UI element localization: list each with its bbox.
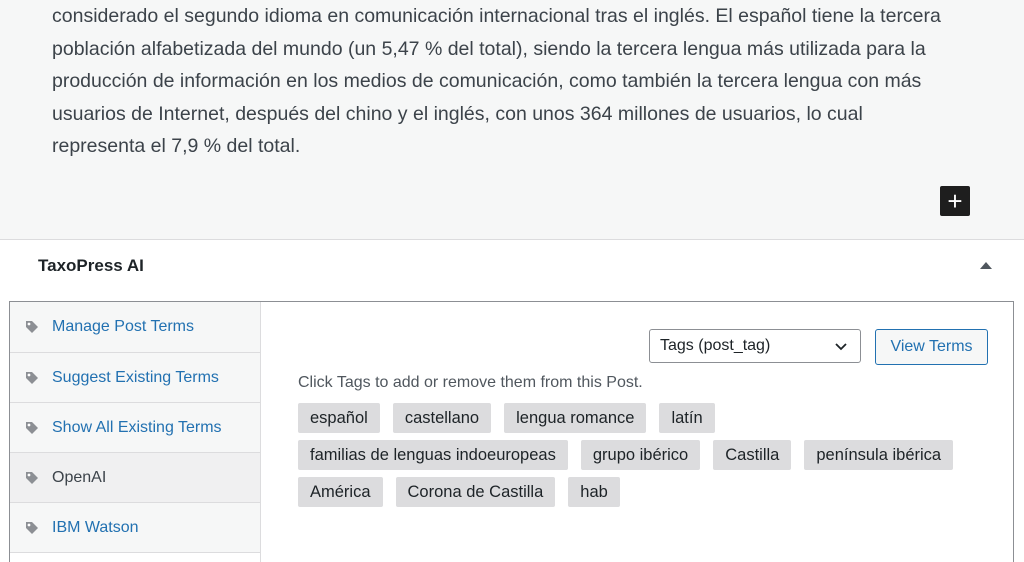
view-terms-button[interactable]: View Terms <box>875 329 988 365</box>
taxopress-sidebar: Manage Post Terms Suggest Existing Terms… <box>10 302 261 562</box>
tag-cloud: español castellano lengua romance latín … <box>298 403 998 514</box>
metabox-header[interactable]: TaxoPress AI <box>0 240 1024 296</box>
sidebar-item-manage-post-terms[interactable]: Manage Post Terms <box>10 302 260 353</box>
tag-row: familias de lenguas indoeuropeas grupo i… <box>298 440 998 470</box>
sidebar-item-ibm-watson[interactable]: IBM Watson <box>10 503 260 553</box>
tag-chip[interactable]: latín <box>659 403 715 433</box>
tag-icon <box>26 521 38 534</box>
tag-icon <box>26 371 38 384</box>
tag-chip[interactable]: lengua romance <box>504 403 647 433</box>
tag-chip[interactable]: hab <box>568 477 620 507</box>
tag-icon <box>26 321 38 333</box>
sidebar-item-show-all-existing-terms[interactable]: Show All Existing Terms <box>10 403 260 453</box>
taxopress-panel: Manage Post Terms Suggest Existing Terms… <box>9 301 1014 562</box>
block-inserter-button[interactable]: + <box>940 186 970 216</box>
collapse-arrow-icon[interactable] <box>980 262 992 269</box>
paragraph-line: representa el 7,9 % del total. <box>52 135 301 157</box>
chevron-down-icon <box>835 343 847 351</box>
paragraph-line: población alfabetizada del mundo (un 5,4… <box>52 37 926 60</box>
tag-row: español castellano lengua romance latín <box>298 403 998 433</box>
paragraph-block[interactable]: considerado el segundo idioma en comunic… <box>52 0 982 163</box>
metabox-title: TaxoPress AI <box>38 256 144 275</box>
editor-content-area: considerado el segundo idioma en comunic… <box>0 0 1024 239</box>
taxonomy-select[interactable]: Tags (post_tag) <box>649 329 861 363</box>
sidebar-item-label: IBM Watson <box>52 518 139 536</box>
sidebar-item-suggest-existing-terms[interactable]: Suggest Existing Terms <box>10 353 260 403</box>
tag-chip[interactable]: América <box>298 477 383 507</box>
sidebar-item-openai[interactable]: OpenAI <box>10 453 260 503</box>
tag-chip[interactable]: Castilla <box>713 440 792 470</box>
sidebar-item-label: Manage Post Terms <box>52 318 194 335</box>
tag-chip[interactable]: Corona de Castilla <box>395 477 556 507</box>
sidebar-item-label: OpenAI <box>52 468 107 486</box>
plus-icon: + <box>947 186 963 216</box>
tag-icon <box>26 471 38 484</box>
tag-chip[interactable]: familias de lenguas indoeuropeas <box>298 440 568 470</box>
sidebar-item-label: Suggest Existing Terms <box>52 368 219 386</box>
paragraph-line: producción de información en los medios … <box>52 70 922 92</box>
tag-chip[interactable]: español <box>298 403 380 433</box>
tag-row: América Corona de Castilla hab <box>298 477 998 507</box>
paragraph-line: considerado el segundo idioma en comunic… <box>52 5 941 27</box>
tag-icon <box>26 421 38 434</box>
tag-chip[interactable]: grupo ibérico <box>580 440 701 470</box>
tag-chip[interactable]: castellano <box>392 403 492 433</box>
tag-chip[interactable]: península ibérica <box>804 440 954 470</box>
paragraph-line: usuarios de Internet, después del chino … <box>52 102 863 125</box>
sidebar-item-label: Show All Existing Terms <box>52 418 222 436</box>
help-text: Click Tags to add or remove them from th… <box>298 374 643 391</box>
taxonomy-select-value: Tags (post_tag) <box>660 337 771 354</box>
